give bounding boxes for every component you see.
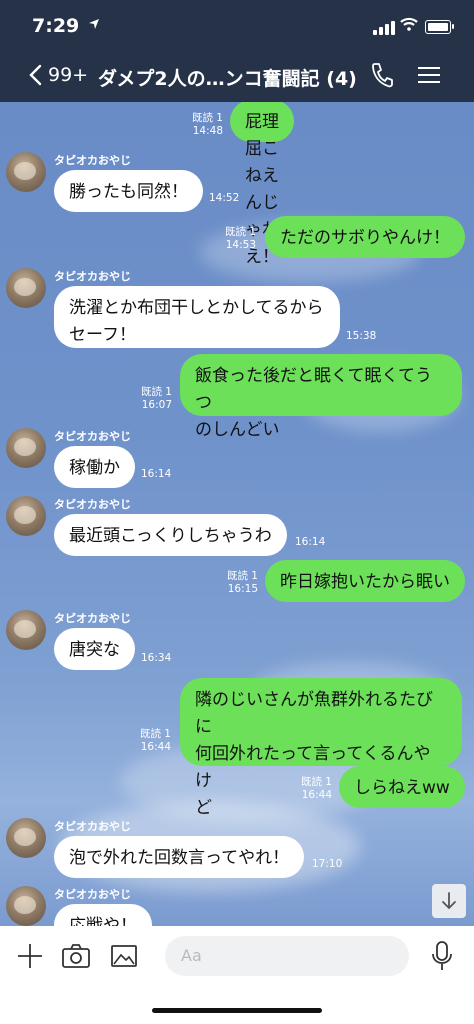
message-time: 16:34 [141,652,172,664]
message-meta: 既読 1 16:15 [212,570,258,596]
read-receipt: 既読 1 [140,386,172,398]
message-input-placeholder: Aa [181,946,202,965]
read-receipt: 既読 1 [224,226,256,238]
message-bubble[interactable]: 勝ったも同然！ [54,170,203,212]
wifi-icon [400,16,418,35]
menu-icon[interactable] [417,66,441,88]
message-meta: 既読 1 16:44 [125,728,171,754]
message-bubble[interactable]: 洗濯とか布団干しとかしてるから セーフ！ [54,286,340,348]
message-bubble[interactable]: 最近頭こっくりしちゃうわ [54,514,287,556]
message-bubble[interactable]: 隣のじいさんが魚群外れるたびに 何回外れたって言ってくるんやけ ど [180,678,462,818]
message-time: 16:07 [141,399,172,411]
message-line: 隣のじいさんが魚群外れるたびに [195,690,433,737]
message-time: 14:53 [225,239,256,251]
mic-icon[interactable] [430,940,454,976]
message-meta: 既読 1 16:07 [128,386,172,412]
sender-name: タピオカおやじ [54,820,131,833]
message-time: 16:14 [295,536,326,548]
message-line: のしんどい [195,420,280,440]
phone-icon[interactable] [370,62,394,92]
plus-icon[interactable] [16,942,44,974]
message-time: 16:14 [141,468,172,480]
message-bubble[interactable]: 稼働か [54,446,135,488]
message-time: 14:48 [192,125,223,137]
message-time: 16:44 [301,789,332,801]
message-meta: 既読 1 14:53 [214,226,256,252]
image-icon[interactable] [110,944,138,972]
sender-name: タピオカおやじ [54,430,131,443]
avatar[interactable] [6,496,46,536]
avatar[interactable] [6,886,46,926]
message-time: 14:52 [209,192,240,204]
camera-icon[interactable] [61,943,91,973]
message-line: 洗濯とか布団干しとかしてるから [69,298,324,318]
message-bubble[interactable]: しらねえww [339,766,465,808]
message-bubble[interactable]: 唐突な [54,628,135,670]
chat-area[interactable]: 既読 1 14:48 屁理屈こねえんじゃねえ！ タピオカおやじ 勝ったも同然！ … [0,102,474,926]
battery-icon [425,20,454,34]
status-time: 7:29 [32,15,80,37]
chat-header: 99+ ダメプ2人の…ンコ奮闘記 (4) [0,48,474,102]
read-receipt: 既読 1 [226,570,258,582]
read-receipt: 既読 1 [300,776,332,788]
location-icon [88,18,100,34]
sender-name: タピオカおやじ [54,270,131,283]
message-time: 15:38 [346,330,377,342]
chat-title[interactable]: ダメプ2人の…ンコ奮闘記 (4) [98,64,357,91]
unread-count[interactable]: 99+ [48,64,88,86]
message-meta: 既読 1 16:44 [286,776,332,802]
avatar[interactable] [6,610,46,650]
arrow-down-icon [442,892,456,910]
chevron-left-icon [29,64,42,86]
avatar[interactable] [6,428,46,468]
home-indicator [152,1008,322,1013]
message-input[interactable]: Aa [165,936,409,976]
message-bubble[interactable]: 応戦や！ [54,904,152,926]
message-time: 16:15 [227,583,258,595]
message-bubble[interactable]: 屁理屈こねえんじゃねえ！ [230,102,294,267]
message-bubble[interactable]: ただのサボりやんけ！ [265,216,465,258]
sender-name: タピオカおやじ [54,888,131,901]
message-bubble[interactable]: 昨日嫁抱いたから眠い [265,560,465,602]
message-time: 16:44 [140,741,171,753]
avatar[interactable] [6,268,46,308]
sender-name: タピオカおやじ [54,498,131,511]
scroll-down-button[interactable] [432,884,466,918]
read-receipt: 既読 1 [139,728,171,740]
message-meta: 既読 1 14:48 [178,112,223,138]
sender-name: タピオカおやじ [54,612,131,625]
sender-name: タピオカおやじ [54,154,131,167]
message-line: セーフ！ [69,325,136,345]
read-receipt: 既読 1 [191,112,223,124]
avatar[interactable] [6,818,46,858]
message-bubble[interactable]: 泡で外れた回数言ってやれ！ [54,836,305,878]
avatar[interactable] [6,152,46,192]
message-time: 17:10 [312,858,343,870]
message-bubble[interactable]: 飯食った後だと眠くて眠くてうつ のしんどい [180,354,462,440]
status-bar: 7:29 [0,0,474,48]
message-line: 飯食った後だと眠くて眠くてうつ [195,366,432,413]
